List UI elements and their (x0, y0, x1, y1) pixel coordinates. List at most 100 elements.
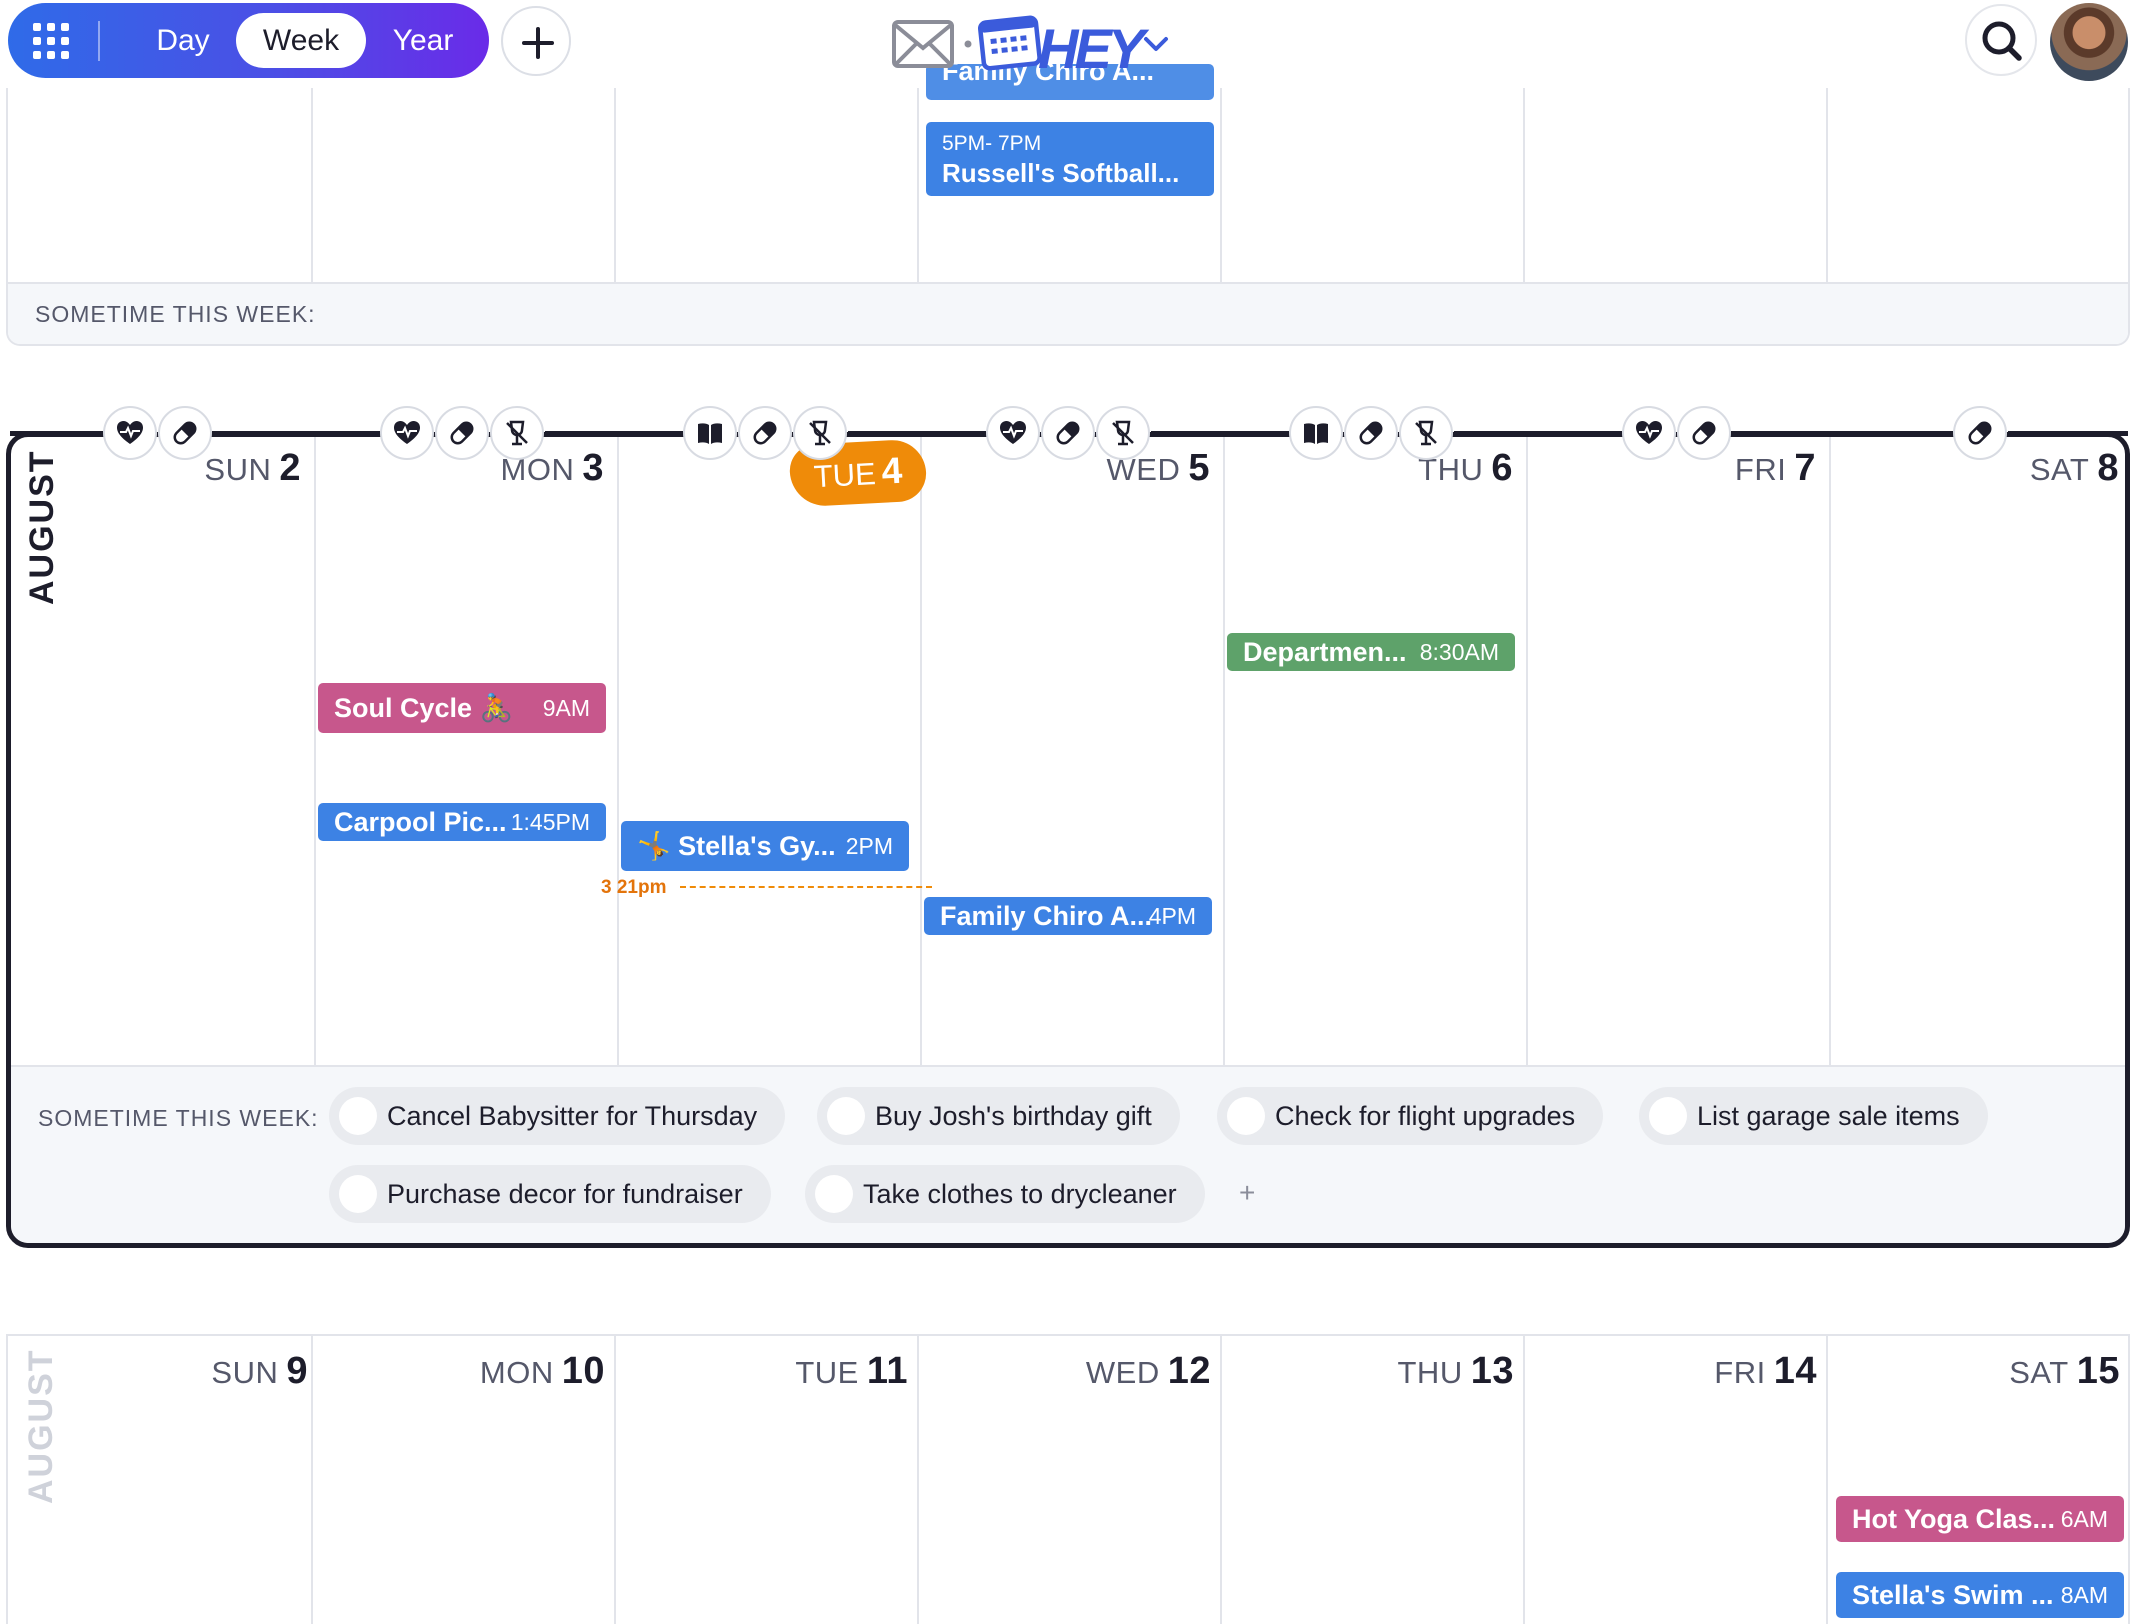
day-name: TUE (795, 1355, 859, 1390)
apps-grid-icon[interactable] (30, 20, 72, 62)
event-carpool-pickup[interactable]: Carpool Pic... 1:45PM (318, 803, 606, 841)
todo-item[interactable]: Cancel Babysitter for Thursday (329, 1087, 786, 1145)
day-header-wed[interactable]: WED 12 (911, 1350, 1211, 1393)
wine-glass-off-icon (809, 420, 831, 446)
hey-app-switcher[interactable]: HEY (890, 8, 1180, 80)
add-todo-button[interactable]: + (1239, 1177, 1255, 1209)
event-title: Departmen... (1243, 637, 1407, 667)
habit-wine-glass-off-icon[interactable] (1096, 406, 1150, 460)
todo-checkbox[interactable] (1649, 1097, 1687, 1135)
user-avatar[interactable] (2050, 3, 2128, 81)
top-bar: Day Week Year HEY (0, 0, 2138, 88)
search-icon (1982, 21, 2022, 61)
column-divider (1526, 437, 1528, 1065)
day-header-thu[interactable]: THU 13 (1214, 1350, 1514, 1393)
event-russells-softball[interactable]: 5PM- 7PM Russell's Softball... (926, 122, 1214, 196)
event-stellas-gymnastics[interactable]: 🤸 Stella's Gy... 2PM (621, 821, 909, 871)
todo-checkbox[interactable] (815, 1175, 853, 1213)
day-header-tue[interactable]: TUE 11 (608, 1350, 908, 1393)
habit-pill-icon[interactable] (738, 406, 792, 460)
event-time: 8:30AM (1419, 639, 1499, 665)
day-header-sun[interactable]: SUN 9 (8, 1350, 308, 1393)
todo-checkbox[interactable] (827, 1097, 865, 1135)
search-button[interactable] (1965, 4, 2037, 76)
habit-heart-rate-icon[interactable] (103, 406, 157, 460)
column-divider (1223, 437, 1225, 1065)
event-time: 5PM- 7PM (942, 132, 1042, 155)
column-divider (617, 437, 619, 1065)
event-time: 6AM (2060, 1506, 2108, 1532)
habit-wine-glass-off-icon[interactable] (793, 406, 847, 460)
day-number: 7 (1794, 447, 1816, 489)
day-name: SAT (2029, 452, 2090, 487)
pill-icon (1968, 421, 1992, 445)
wine-glass-off-icon (506, 420, 528, 446)
event-stellas-swim[interactable]: Stella's Swim ... 8AM (1836, 1572, 2124, 1618)
habit-pill-icon[interactable] (1677, 406, 1731, 460)
todo-checkbox[interactable] (339, 1097, 377, 1135)
event-hot-yoga[interactable]: Hot Yoga Clas... 6AM (1836, 1496, 2124, 1542)
todo-item[interactable]: Purchase decor for fundraiser (329, 1165, 771, 1223)
day-name: TUE (812, 456, 877, 495)
svg-text:HEY: HEY (1038, 17, 1150, 80)
sometime-this-week-panel: SOMETIME THIS WEEK: (8, 282, 2128, 344)
day-number: 15 (2076, 1350, 2120, 1392)
event-family-chiro[interactable]: Family Chiro A... 4PM (924, 897, 1212, 935)
heart-rate-icon (1000, 421, 1026, 444)
habit-wine-glass-off-icon[interactable] (490, 406, 544, 460)
book-icon (698, 423, 722, 444)
todo-label: Check for flight upgrades (1275, 1101, 1576, 1131)
event-department[interactable]: Departmen... 8:30AM (1227, 633, 1515, 671)
sometime-label: SOMETIME THIS WEEK: (35, 301, 316, 327)
pill-icon (753, 421, 777, 445)
day-header-sun[interactable]: SUN 2 (1, 447, 301, 490)
day-number: 8 (2097, 447, 2119, 489)
column-divider (920, 437, 922, 1065)
view-year-tab[interactable]: Year (368, 13, 478, 68)
current-week: AUGUST SUN 2 MON 3 WED 5 THU 6 FRI 7 SAT 8 Sou… (6, 432, 2130, 1248)
habit-track-line (10, 431, 103, 436)
heart-rate-icon (117, 421, 143, 444)
habit-pill-icon[interactable] (435, 406, 489, 460)
habit-track-line (212, 431, 380, 436)
day-name: THU (1397, 1355, 1463, 1390)
habit-heart-rate-icon[interactable] (380, 406, 434, 460)
todo-item[interactable]: List garage sale items (1639, 1087, 1988, 1145)
day-number: 12 (1167, 1350, 1211, 1392)
day-header-mon[interactable]: MON 10 (305, 1350, 605, 1393)
heart-rate-icon (394, 421, 420, 444)
pill-icon (450, 421, 474, 445)
todo-label: Cancel Babysitter for Thursday (387, 1101, 758, 1131)
todo-item[interactable]: Buy Josh's birthday gift (817, 1087, 1180, 1145)
day-number: 4 (880, 449, 904, 492)
pill-icon (1692, 421, 1716, 445)
habit-pill-icon[interactable] (158, 406, 212, 460)
day-number: 14 (1773, 1350, 1817, 1392)
day-header-fri[interactable]: FRI 14 (1517, 1350, 1817, 1393)
day-header-sat[interactable]: SAT 15 (1820, 1350, 2120, 1393)
event-soul-cycle[interactable]: Soul Cycle 🚴 9AM (318, 683, 606, 733)
habit-pill-icon[interactable] (1953, 406, 2007, 460)
day-name: SAT (2009, 1355, 2069, 1390)
todo-item[interactable]: Check for flight upgrades (1217, 1087, 1604, 1145)
habit-heart-rate-icon[interactable] (1622, 406, 1676, 460)
todo-label: List garage sale items (1697, 1101, 1960, 1131)
habit-book-icon[interactable] (1289, 406, 1343, 460)
add-event-button[interactable] (501, 6, 571, 76)
todo-checkbox[interactable] (339, 1175, 377, 1213)
view-day-tab[interactable]: Day (133, 13, 233, 68)
day-number: 2 (279, 447, 301, 489)
event-time: 9AM (542, 695, 590, 721)
habit-wine-glass-off-icon[interactable] (1399, 406, 1453, 460)
view-week-tab[interactable]: Week (236, 13, 366, 68)
habit-pill-icon[interactable] (1344, 406, 1398, 460)
todo-checkbox[interactable] (1227, 1097, 1265, 1135)
day-name: WED (1085, 1355, 1160, 1390)
heart-rate-icon (1636, 421, 1662, 444)
habit-book-icon[interactable] (683, 406, 737, 460)
todo-item[interactable]: Take clothes to drycleaner (805, 1165, 1205, 1223)
event-time: 2PM (845, 833, 893, 859)
habit-pill-icon[interactable] (1041, 406, 1095, 460)
next-week: AUGUST SUN 9 MON 10 TUE 11 WED 12 THU 13 FRI 1… (6, 1334, 2130, 1624)
habit-heart-rate-icon[interactable] (986, 406, 1040, 460)
